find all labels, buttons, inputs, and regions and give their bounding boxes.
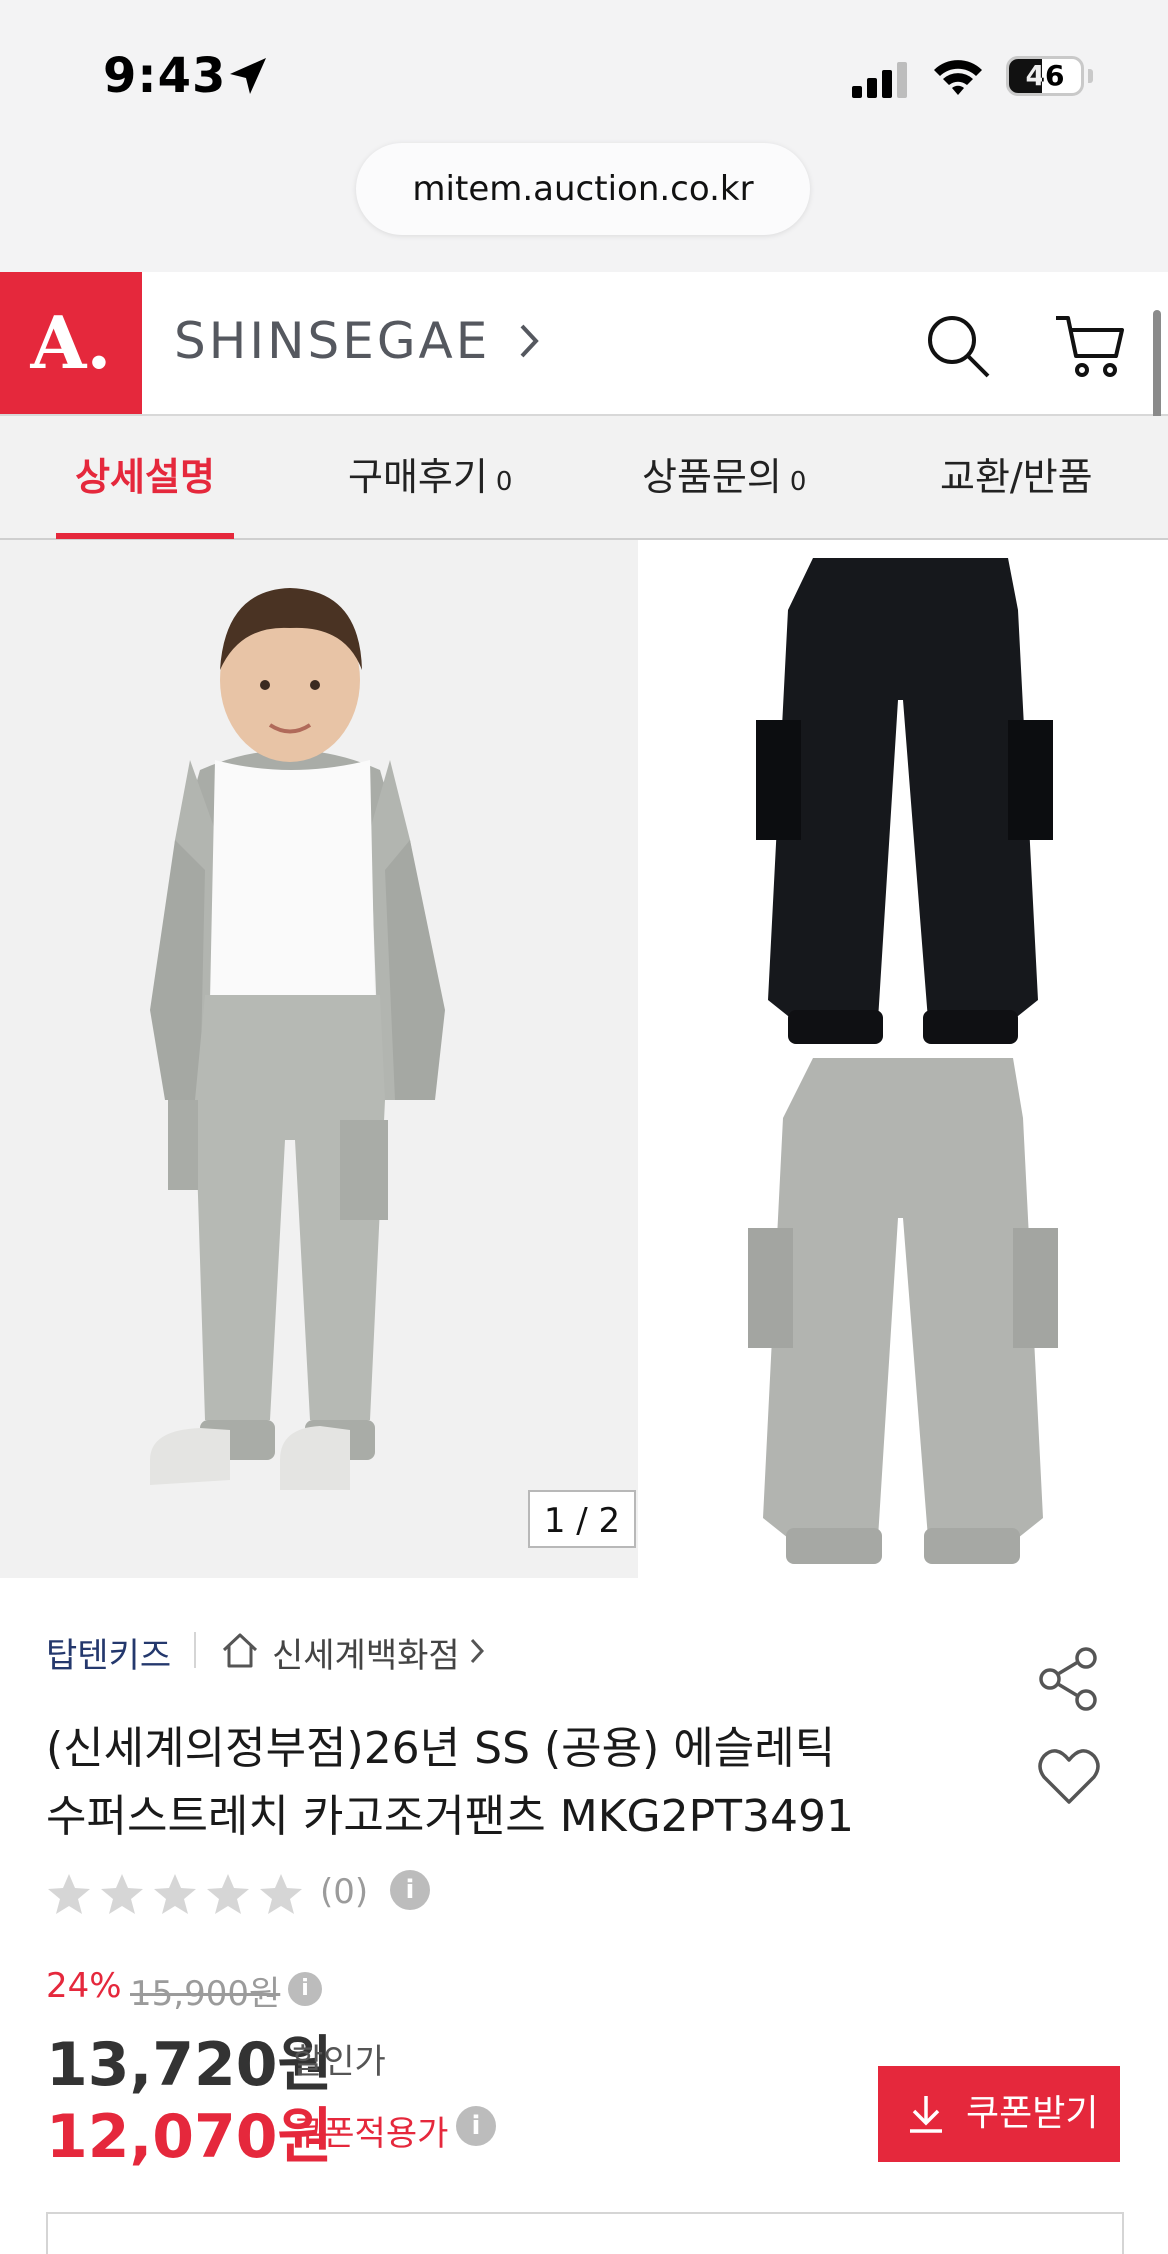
tab-qna[interactable]: 상품문의 0 <box>642 416 806 538</box>
product-image-gray-pants[interactable] <box>638 1058 1168 1578</box>
tab-reviews[interactable]: 구매후기 0 <box>348 416 512 538</box>
wifi-icon <box>930 56 986 102</box>
shinsegae-brand-link[interactable]: SHINSEGAE <box>174 312 490 370</box>
product-title-line-1: (신세계의정부점)26년 SS (공용) 에슬레틱 <box>46 1723 836 1774</box>
tab-count: 0 <box>789 467 807 497</box>
discount-rate: 24% <box>46 1966 122 2006</box>
chevron-right-icon <box>470 1638 485 1668</box>
battery-level: 46 <box>1025 59 1065 92</box>
tab-count: 0 <box>495 467 513 497</box>
tab-detail[interactable]: 상세설명 <box>56 416 234 538</box>
rating-stars <box>46 1872 308 1922</box>
star-icon <box>260 1874 302 1914</box>
auction-logo-text[interactable]: A. <box>0 272 142 414</box>
wishlist-button[interactable] <box>1036 1746 1102 1808</box>
divider <box>194 1632 196 1668</box>
star-icon <box>101 1874 143 1914</box>
tab-exchange-return[interactable]: 교환/반품 <box>940 416 1093 538</box>
info-icon[interactable]: i <box>456 2106 496 2146</box>
option-select-box[interactable] <box>46 2212 1124 2254</box>
search-button[interactable] <box>924 312 992 380</box>
tab-label: 교환/반품 <box>940 455 1093 499</box>
rating-count[interactable]: (0) <box>320 1872 368 1912</box>
star-icon <box>48 1874 90 1914</box>
gallery-page-indicator: 1 / 2 <box>528 1490 636 1548</box>
cellular-signal-icon <box>852 62 910 102</box>
tab-label: 상품문의 <box>642 455 782 499</box>
active-tab-indicator <box>56 533 234 539</box>
coupon-price-label: 쿠폰적용가 <box>292 2114 449 2154</box>
original-price: 15,900원 <box>130 1974 281 2014</box>
status-time: 9:43 <box>103 48 227 104</box>
address-bar-url[interactable]: mitem.auction.co.kr <box>356 143 810 235</box>
star-icon <box>207 1874 249 1914</box>
sale-price-label: 할인가 <box>292 2042 386 2082</box>
search-icon <box>928 316 990 378</box>
product-main-image[interactable] <box>0 540 638 1578</box>
star-icon <box>154 1874 196 1914</box>
tab-label: 상세설명 <box>75 455 215 499</box>
tab-label: 구매후기 <box>348 455 488 499</box>
share-button[interactable] <box>1036 1646 1100 1712</box>
coupon-price: 12,070원 <box>46 2102 333 2172</box>
home-icon <box>220 1630 260 1674</box>
chevron-right-icon[interactable] <box>518 322 540 364</box>
heart-icon <box>1038 1749 1100 1804</box>
info-icon[interactable]: i <box>288 1972 322 2006</box>
location-arrow-icon <box>226 54 270 102</box>
product-image-black-pants[interactable] <box>638 540 1168 1058</box>
get-coupon-button[interactable]: 쿠폰받기 <box>878 2066 1120 2162</box>
cart-icon <box>1056 316 1124 377</box>
info-icon[interactable]: i <box>390 1870 430 1910</box>
get-coupon-label: 쿠폰받기 <box>966 2093 1099 2134</box>
cart-button[interactable] <box>1054 312 1126 380</box>
share-icon <box>1039 1647 1097 1711</box>
product-title-line-2: 수퍼스트레치 카고조거팬츠 MKG2PT3491 <box>46 1791 855 1842</box>
product-brand-link[interactable]: 탑텐키즈 <box>46 1628 171 1677</box>
store-name: 신세계백화점 <box>272 1636 460 1676</box>
download-icon <box>908 2094 944 2138</box>
